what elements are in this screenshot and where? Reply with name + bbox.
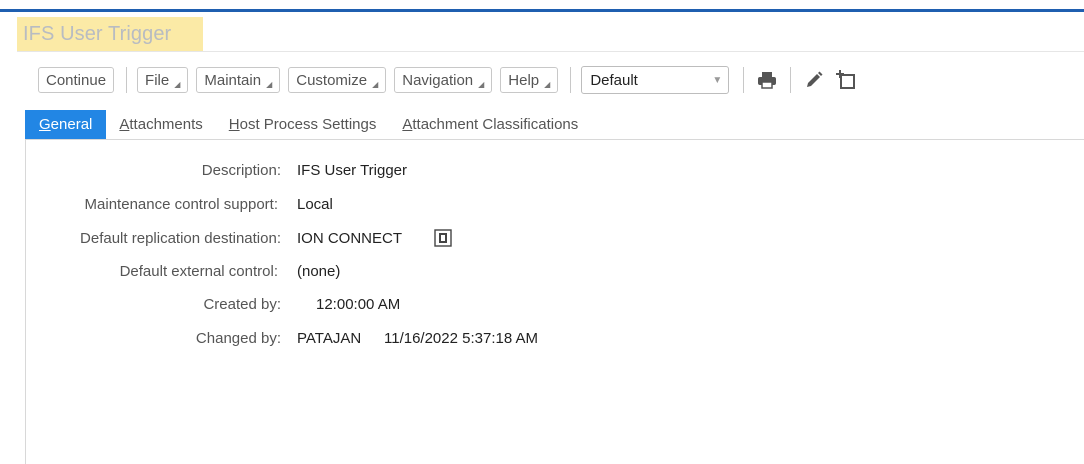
title-divider [17, 51, 1084, 52]
pencil-icon[interactable] [801, 67, 827, 93]
tab-general[interactable]: General [25, 110, 107, 139]
form-row-description: Description: IFS User Trigger [0, 158, 700, 182]
form-row-created: Created by: 12:00:00 AM [0, 292, 700, 316]
toolbar: Continue File ◢ Maintain ◢ Customize ◢ Navi… [38, 65, 865, 95]
continue-button[interactable]: Continue [38, 67, 115, 93]
menu-caret-icon: ◢ [372, 79, 379, 89]
form-row-external-control: Default external control: (none) [0, 259, 700, 283]
form-row-replication: Default replication destination: ION CON… [0, 226, 700, 250]
navigation-menu-button[interactable]: Navigation ◢ [394, 67, 493, 93]
menu-caret-icon: ◢ [174, 79, 181, 89]
replication-value: ION CONNECT [297, 229, 402, 247]
page-title: IFS User Trigger [23, 23, 172, 45]
changed-by-user: PATAJAN [297, 329, 362, 347]
description-label: Description: [201, 161, 281, 179]
description-value: IFS User Trigger [297, 161, 408, 179]
tab-bar: General Attachments Host Process Setting… [25, 110, 591, 139]
toolbar-separator [790, 67, 792, 93]
menu-caret-icon: ◢ [478, 79, 485, 89]
copy-icon[interactable] [432, 227, 454, 249]
toolbar-separator [126, 67, 128, 93]
page-title-highlight: IFS User Trigger [17, 17, 203, 52]
maintenance-value: Local [297, 195, 333, 213]
tab-attachments[interactable]: Attachments [106, 110, 215, 139]
maintenance-label: Maintenance control support: [84, 195, 278, 213]
tab-divider [25, 139, 1084, 140]
created-by-label: Created by: [203, 295, 281, 313]
changed-by-time: 11/16/2022 5:37:18 AM [384, 329, 539, 347]
created-by-value: 12:00:00 AM [316, 295, 401, 313]
form-row-maintenance: Maintenance control support: Local [0, 192, 700, 216]
changed-by-label: Changed by: [195, 329, 281, 347]
replication-label: Default replication destination: [80, 229, 281, 247]
tab-attachment-classifications[interactable]: Attachment Classifications [389, 110, 591, 139]
printer-icon[interactable] [754, 67, 780, 93]
top-accent-bar [0, 9, 1084, 12]
help-menu-button[interactable]: Help ◢ [500, 67, 559, 93]
menu-caret-icon: ◢ [266, 79, 273, 89]
external-control-label: Default external control: [119, 262, 278, 280]
menu-caret-icon: ◢ [544, 79, 551, 89]
toolbar-separator [570, 67, 572, 93]
view-select[interactable]: Default ▼ [581, 66, 730, 94]
toolbar-separator [743, 67, 745, 93]
new-record-icon[interactable] [833, 67, 859, 93]
maintain-menu-button[interactable]: Maintain ◢ [196, 67, 281, 93]
external-control-value: (none) [297, 262, 341, 280]
file-menu-button[interactable]: File ◢ [137, 67, 189, 93]
tab-host-process-settings[interactable]: Host Process Settings [216, 110, 390, 139]
form-row-changed: Changed by: PATAJAN 11/16/2022 5:37:18 A… [0, 326, 700, 350]
customize-menu-button[interactable]: Customize ◢ [288, 67, 387, 93]
chevron-down-icon: ▼ [712, 74, 723, 86]
